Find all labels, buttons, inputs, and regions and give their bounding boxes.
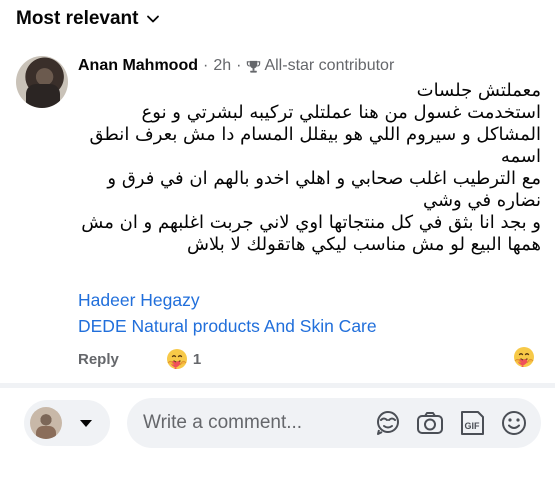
comment-time[interactable]: 2h	[213, 57, 231, 75]
comment-line: معملتش جلسات	[416, 80, 541, 101]
trophy-icon	[247, 60, 261, 73]
contributor-badge[interactable]: All-star contributor	[264, 57, 394, 75]
care-emoji-icon	[166, 349, 187, 369]
mention-link[interactable]: DEDE Natural products And Skin Care	[78, 316, 377, 337]
reaction-summary[interactable]: 1	[165, 347, 201, 371]
smiley-icon[interactable]	[499, 408, 529, 438]
avatar-sticker-icon[interactable]	[373, 408, 403, 438]
svg-text:GIF: GIF	[465, 421, 481, 431]
reaction-count: 1	[192, 350, 202, 368]
comment-line: مع الترطيب اغلب صحابي و اهلي اخدو بالهم …	[107, 168, 541, 211]
camera-icon[interactable]	[415, 408, 445, 438]
commenter-avatar[interactable]	[16, 56, 68, 108]
avatar	[30, 407, 62, 439]
comment-placeholder[interactable]: Write a comment...	[143, 412, 373, 434]
mention-link[interactable]: Hadeer Hegazy	[78, 290, 200, 311]
caret-down-icon	[80, 419, 92, 427]
gif-icon[interactable]: GIF	[457, 408, 487, 438]
comment-body: معملتش جلسات استخدمت غسول من هنا عملتلي …	[78, 80, 541, 256]
comment-meta: Anan Mahmood · 2h · All-star contributor	[78, 57, 394, 75]
sort-dropdown[interactable]: Most relevant	[16, 8, 160, 30]
meta-separator: ·	[236, 57, 242, 74]
comment-line: استخدمت غسول من هنا عملتلي تركيبه لبشرتي…	[89, 102, 541, 167]
reply-button[interactable]: Reply	[78, 351, 119, 368]
meta-separator: ·	[203, 57, 209, 74]
care-emoji-icon[interactable]	[512, 345, 536, 369]
sort-label: Most relevant	[16, 8, 139, 29]
comment-input[interactable]: Write a comment... GIF	[127, 398, 541, 448]
section-divider	[0, 383, 555, 388]
comment-actions: Reply 1	[78, 347, 201, 371]
author-name[interactable]: Anan Mahmood	[78, 57, 198, 75]
chevron-down-icon	[147, 15, 160, 23]
comment-line: و بجد انا بثق في كل منتجاتها اوي لاني جر…	[81, 212, 541, 255]
profile-switcher[interactable]	[24, 400, 110, 446]
